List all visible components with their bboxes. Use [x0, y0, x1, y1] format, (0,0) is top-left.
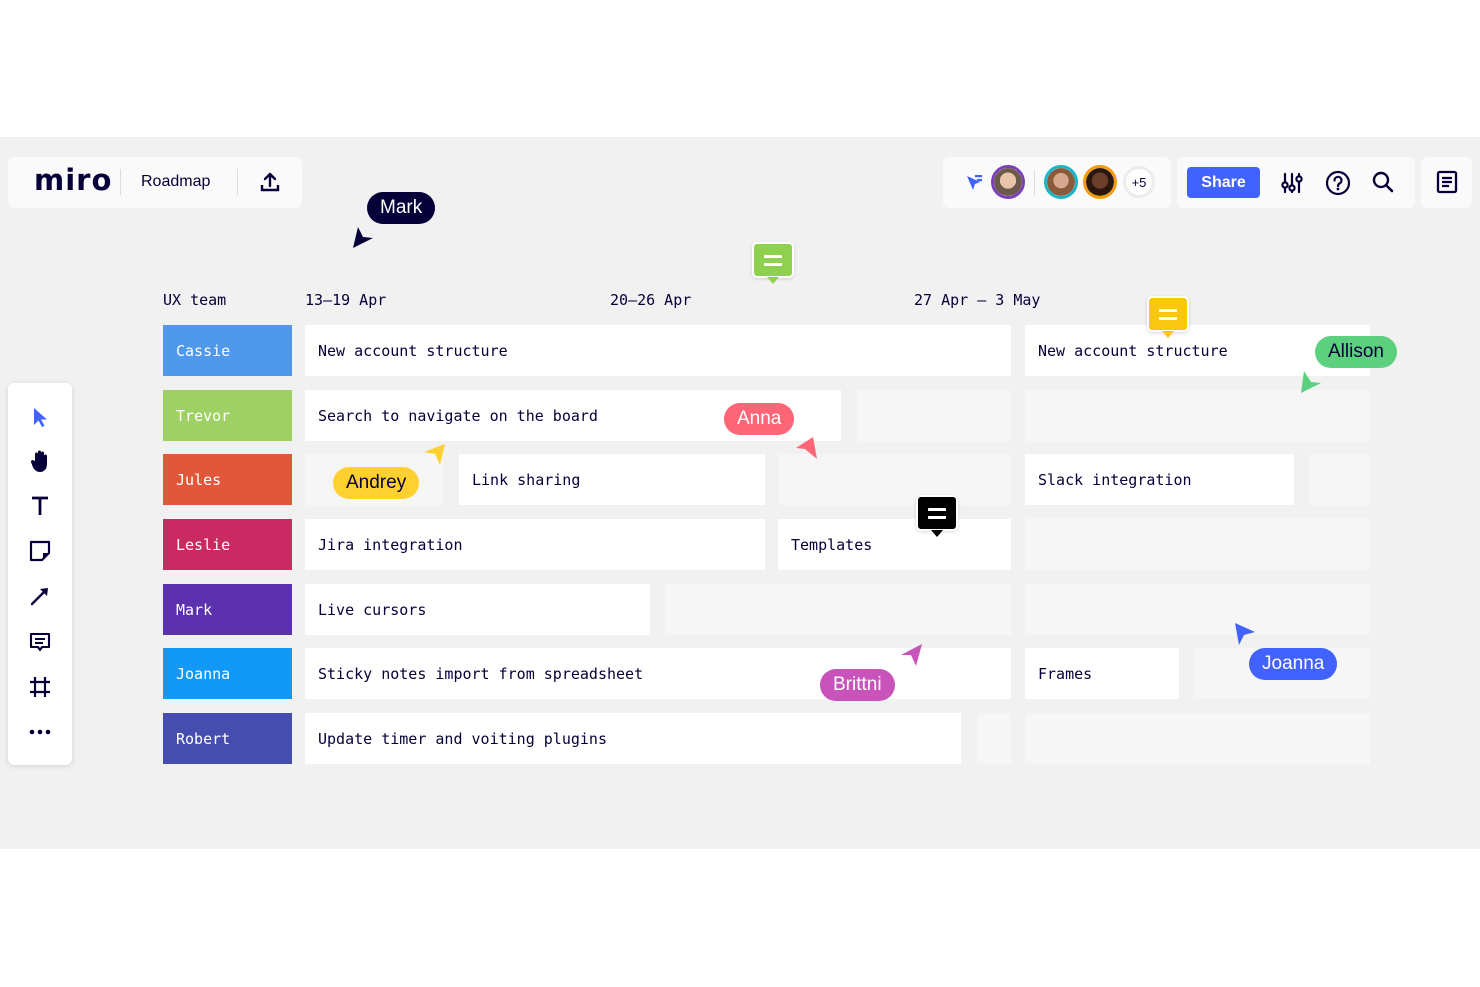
task-card[interactable]: New account structure: [305, 325, 1011, 376]
task-card[interactable]: Templates: [778, 519, 1011, 570]
select-cursor-icon[interactable]: [26, 403, 54, 431]
empty-slot[interactable]: [977, 713, 1011, 764]
task-card[interactable]: Update timer and voiting plugins: [305, 713, 961, 764]
cursor-label-brittni: Brittni: [820, 669, 895, 701]
share-button[interactable]: Share: [1187, 167, 1260, 198]
week-header: 20–26 Apr: [610, 291, 692, 309]
cursor-follow-icon[interactable]: [963, 171, 985, 193]
person-label[interactable]: Robert: [163, 713, 292, 764]
empty-slot[interactable]: [857, 390, 1011, 441]
cursor-label-anna: Anna: [724, 403, 795, 435]
comment-icon: [1159, 308, 1177, 320]
comment-marker[interactable]: [752, 242, 794, 284]
connection-line-icon[interactable]: [26, 582, 54, 610]
comment-marker[interactable]: [916, 495, 958, 537]
frame-icon[interactable]: [26, 673, 54, 701]
task-card[interactable]: Slack integration: [1025, 454, 1294, 505]
cursor-label-andrey: Andrey: [333, 467, 420, 499]
cursor-label-allison: Allison: [1315, 336, 1397, 368]
person-label[interactable]: Cassie: [163, 325, 292, 376]
week-header: 13–19 Apr: [305, 291, 387, 309]
task-card[interactable]: Live cursors: [305, 584, 650, 635]
cursor-pointer-icon: [796, 437, 817, 459]
cursor-label-mark: Mark: [367, 192, 436, 224]
person-label[interactable]: Leslie: [163, 519, 292, 570]
sticky-note-icon[interactable]: [26, 537, 54, 565]
empty-slot[interactable]: [1025, 584, 1370, 635]
task-card[interactable]: Link sharing: [459, 454, 765, 505]
more-tools-icon[interactable]: [26, 718, 54, 746]
notes-list-icon[interactable]: [1435, 170, 1459, 194]
empty-slot[interactable]: [1309, 454, 1370, 505]
comment-marker[interactable]: [1147, 296, 1189, 338]
empty-slot[interactable]: [665, 584, 1011, 635]
cursor-pointer-icon: [1301, 371, 1321, 393]
miro-logo[interactable]: miro: [34, 163, 112, 197]
avatar-user-2[interactable]: [1044, 165, 1078, 199]
help-icon[interactable]: [1324, 169, 1352, 197]
settings-sliders-icon[interactable]: [1279, 170, 1305, 196]
cursor-pointer-icon: [1235, 623, 1255, 645]
collaborators-panel: +5: [943, 157, 1171, 208]
cursor-label-joanna: Joanna: [1249, 648, 1338, 680]
divider: [1034, 170, 1035, 196]
person-label[interactable]: Jules: [163, 454, 292, 505]
more-collaborators-badge[interactable]: +5: [1123, 166, 1155, 198]
empty-slot[interactable]: [1025, 713, 1370, 764]
cursor-pointer-icon: [901, 644, 922, 666]
empty-slot[interactable]: [779, 454, 1011, 505]
person-label[interactable]: Mark: [163, 584, 292, 635]
cursor-pointer-icon: [424, 444, 445, 465]
export-icon[interactable]: [258, 170, 282, 194]
comment-icon: [764, 254, 782, 266]
task-card[interactable]: Frames: [1025, 648, 1179, 699]
hand-pan-icon[interactable]: [26, 447, 54, 475]
empty-slot[interactable]: [1025, 390, 1370, 441]
creation-toolbar: [8, 383, 72, 765]
empty-slot[interactable]: [1025, 519, 1370, 570]
divider: [120, 169, 121, 195]
week-header: 27 Apr – 3 May: [914, 291, 1041, 309]
cursor-pointer-icon: [353, 227, 373, 248]
board-title-panel: miro Roadmap: [8, 157, 302, 208]
notes-panel: [1421, 157, 1472, 208]
comment-icon[interactable]: [26, 628, 54, 656]
avatar-user-1[interactable]: [991, 165, 1025, 199]
team-header: UX team: [163, 291, 227, 309]
comment-icon: [928, 507, 946, 519]
task-card[interactable]: Jira integration: [305, 519, 765, 570]
divider: [237, 169, 238, 195]
person-label[interactable]: Joanna: [163, 648, 292, 699]
board-name[interactable]: Roadmap: [141, 173, 210, 191]
text-tool-icon[interactable]: [26, 492, 54, 520]
board-actions-panel: Share: [1177, 157, 1415, 208]
avatar-user-3[interactable]: [1083, 165, 1117, 199]
search-icon[interactable]: [1370, 169, 1396, 195]
person-label[interactable]: Trevor: [163, 390, 292, 441]
